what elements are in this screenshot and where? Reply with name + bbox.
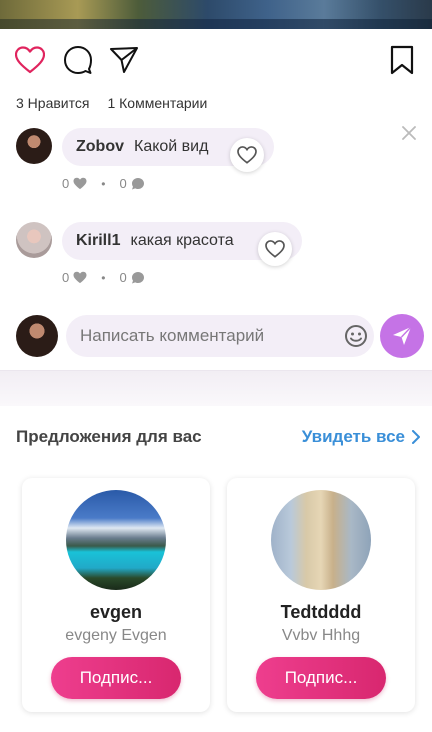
post-image[interactable] (0, 0, 432, 29)
suggestion-username[interactable]: Tedtdddd (227, 602, 415, 623)
avatar[interactable] (16, 222, 52, 258)
comment-author[interactable]: Zobov (76, 138, 124, 156)
post-actions-bar (14, 44, 418, 76)
heart-filled-icon[interactable] (73, 177, 87, 190)
chevron-right-icon (411, 430, 420, 444)
subscribe-button[interactable]: Подпис... (51, 657, 181, 699)
profile-picture[interactable] (271, 490, 371, 590)
bookmark-icon (389, 45, 415, 75)
comment-item: Zobov Какой вид 0 • 0 (16, 128, 418, 198)
profile-picture[interactable] (66, 490, 166, 590)
heart-outline-icon (237, 146, 257, 164)
comment-meta: 0 • 0 (62, 176, 145, 191)
avatar[interactable] (16, 128, 52, 164)
separator-dot: • (101, 270, 106, 285)
reply-bubble-icon[interactable] (131, 271, 145, 285)
comment-text: Какой вид (134, 138, 209, 155)
suggestion-username[interactable]: evgen (22, 602, 210, 623)
suggestions-title: Предложения для вас (16, 427, 202, 446)
comment-like-button[interactable] (258, 232, 292, 266)
like-button[interactable] (14, 44, 46, 76)
reply-bubble-icon[interactable] (131, 177, 145, 191)
comment-composer: Написать комментарий (16, 314, 424, 358)
comment-reply-count: 0 (119, 270, 127, 285)
comment-text: какая красота (130, 232, 234, 249)
likes-count[interactable]: 3 Нравится (16, 95, 89, 111)
comment-like-count: 0 (62, 270, 70, 285)
section-divider (0, 370, 432, 406)
suggestions-header: Предложения для вас Увидеть все (16, 427, 420, 449)
separator-dot: • (101, 176, 106, 191)
see-all-label: Увидеть все (301, 427, 405, 446)
send-icon (391, 325, 413, 347)
comment-like-count: 0 (62, 176, 70, 191)
heart-outline-icon (15, 46, 45, 74)
emoji-icon[interactable] (344, 324, 368, 348)
heart-outline-icon (265, 240, 285, 258)
save-button[interactable] (386, 44, 418, 76)
suggestion-card[interactable]: Tedtdddd Vvbv Hhhg Подпис... (227, 478, 415, 712)
send-button[interactable] (380, 314, 424, 358)
comment-reply-count: 0 (119, 176, 127, 191)
comments-count[interactable]: 1 Комментарии (107, 95, 207, 111)
comment-meta: 0 • 0 (62, 270, 145, 285)
suggestion-full-name: evgeny Evgen (65, 627, 167, 644)
comment-author[interactable]: Kirill1 (76, 232, 120, 250)
speech-bubble-icon (63, 45, 93, 75)
heart-filled-icon[interactable] (73, 271, 87, 284)
suggestion-full-name: Vvbv Hhhg (281, 627, 361, 644)
avatar[interactable] (16, 315, 58, 357)
post-stats: 3 Нравится 1 Комментарии (16, 95, 207, 111)
see-all-link[interactable]: Увидеть все (302, 427, 420, 447)
comment-button[interactable] (62, 44, 94, 76)
comment-item: Kirill1 какая красота 0 • 0 (16, 222, 418, 292)
suggestion-card[interactable]: evgen evgeny Evgen Подпис... (22, 478, 210, 712)
paper-plane-icon (109, 45, 139, 75)
share-button[interactable] (108, 44, 140, 76)
subscribe-button[interactable]: Подпис... (256, 657, 386, 699)
comment-input[interactable]: Написать комментарий (66, 315, 374, 357)
comment-like-button[interactable] (230, 138, 264, 172)
